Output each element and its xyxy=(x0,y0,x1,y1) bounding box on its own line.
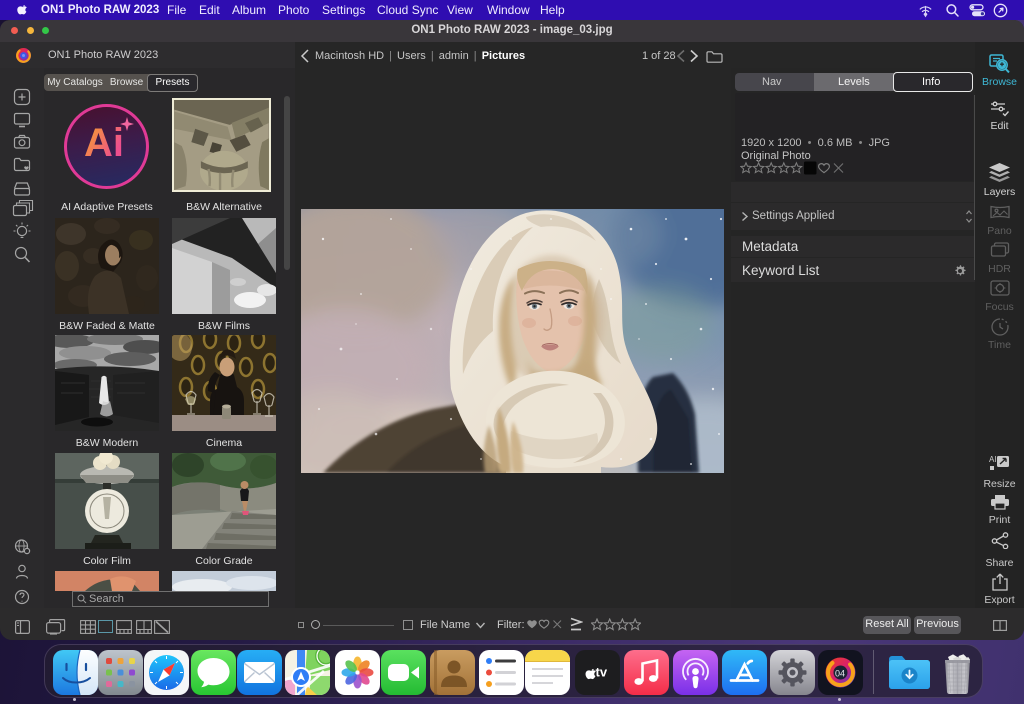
svg-text:AI: AI xyxy=(989,455,997,464)
svg-text:04: 04 xyxy=(835,669,845,679)
svg-text:tv: tv xyxy=(596,665,608,680)
